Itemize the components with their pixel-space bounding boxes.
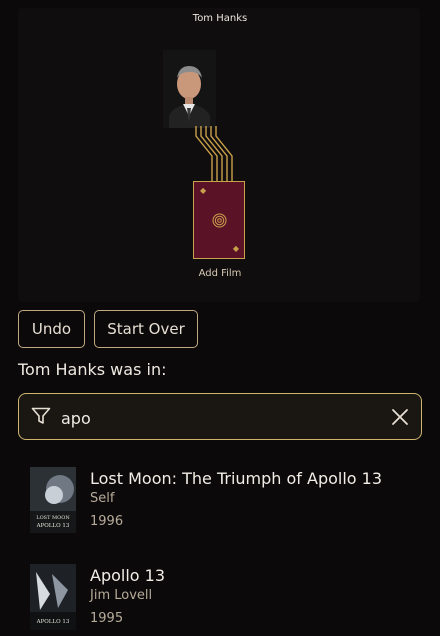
- result-year: 1995: [90, 611, 124, 626]
- result-role: Self: [90, 491, 115, 506]
- actor-photo[interactable]: [163, 50, 216, 128]
- list-item[interactable]: APOLLO 13 Apollo 13 Jim Lovell 1995: [30, 564, 420, 636]
- undo-button[interactable]: Undo: [18, 310, 85, 348]
- search-input[interactable]: [59, 404, 363, 432]
- card-emblem-icon: [212, 213, 227, 228]
- list-item[interactable]: LOST MOON APOLLO 13 Lost Moon: The Trium…: [30, 467, 420, 539]
- start-over-button[interactable]: Start Over: [94, 310, 198, 348]
- result-title: Apollo 13: [90, 566, 166, 585]
- add-film-label: Add Film: [198, 268, 242, 279]
- svg-text:APOLLO 13: APOLLO 13: [36, 619, 70, 625]
- svg-text:LOST MOON: LOST MOON: [36, 515, 70, 521]
- close-icon[interactable]: [391, 408, 409, 426]
- filter-icon: [31, 407, 51, 424]
- movie-poster: LOST MOON APOLLO 13: [30, 467, 76, 533]
- search-field[interactable]: [18, 393, 422, 440]
- connection-wires: [195, 126, 233, 184]
- section-title: Tom Hanks was in:: [18, 360, 167, 379]
- result-title: Lost Moon: The Triumph of Apollo 13: [90, 469, 383, 488]
- movie-poster: APOLLO 13: [30, 564, 76, 630]
- actor-name: Tom Hanks: [192, 13, 248, 24]
- diamond-icon: ◆: [200, 186, 207, 195]
- result-year: 1996: [90, 514, 124, 529]
- result-role: Jim Lovell: [90, 588, 153, 603]
- add-film-card[interactable]: ◆ ◆: [193, 181, 245, 259]
- svg-text:APOLLO 13: APOLLO 13: [36, 523, 70, 529]
- diamond-icon: ◆: [232, 244, 239, 253]
